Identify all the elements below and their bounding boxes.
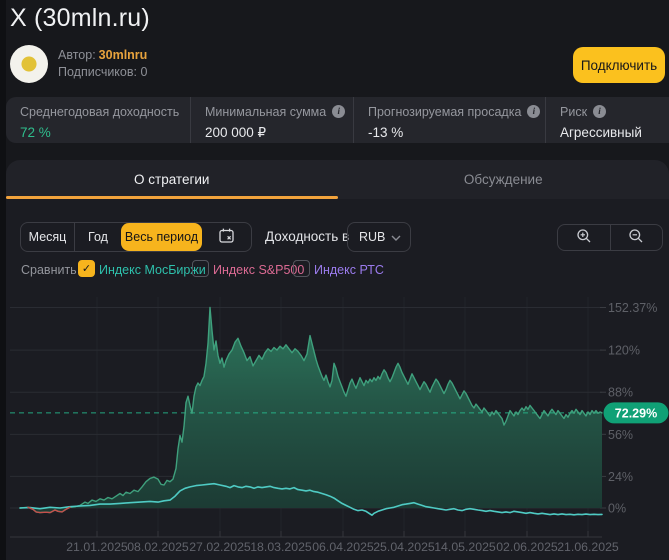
chart-zoom-controls <box>557 224 663 251</box>
label-index-moex[interactable]: Индекс МосБиржи <box>99 263 206 277</box>
zoom-out-button[interactable] <box>609 225 663 250</box>
period-all-button[interactable]: Весь период <box>121 223 202 251</box>
tab-about-strategy[interactable]: О стратегии <box>6 160 338 199</box>
y-axis-label: 120% <box>608 344 640 358</box>
compare-row: Сравнить с ✓ Индекс МосБиржи ✓ Индекс S&… <box>6 260 669 280</box>
y-axis-label: 56% <box>608 428 633 442</box>
strategy-content-panel: Месяц Год Весь период Доходность в RUB С… <box>6 199 669 560</box>
x-axis-label: 25.04.2025 <box>373 540 435 554</box>
chevron-down-icon <box>391 230 401 244</box>
zoom-in-button[interactable] <box>558 225 610 250</box>
stat-drawdown: Прогнозируемая просадка i -13 % <box>353 97 545 143</box>
x-axis-label: 21.06.2025 <box>557 540 619 554</box>
stat-risk: Риск i Агрессивный <box>545 97 669 143</box>
y-axis-label: 88% <box>608 386 633 400</box>
period-month-button[interactable]: Месяц <box>21 223 74 251</box>
info-icon[interactable]: i <box>593 105 607 119</box>
magnifier-minus-icon <box>628 228 644 247</box>
subscribers-count: 0 <box>140 65 148 79</box>
stat-value: 72 % <box>20 125 51 140</box>
stat-label: Прогнозируемая просадка <box>368 104 522 119</box>
author-label: Автор: <box>58 48 96 62</box>
x-axis-label: 14.05.2025 <box>434 540 496 554</box>
y-axis-label: 152.37% <box>608 301 657 315</box>
stat-value: -13 % <box>368 125 404 140</box>
x-axis-label: 21.01.2025 <box>66 540 128 554</box>
tab-discussion[interactable]: Обсуждение <box>338 160 669 199</box>
checkbox-index-sp500[interactable]: ✓ <box>192 260 209 277</box>
currency-select[interactable]: RUB <box>347 222 411 252</box>
x-axis-label: 06.04.2025 <box>312 540 374 554</box>
stat-value: Агрессивный <box>560 125 642 140</box>
stat-label: Среднегодовая доходность <box>20 104 180 119</box>
connect-button[interactable]: Подключить <box>573 47 665 83</box>
calendar-icon <box>218 227 235 247</box>
stat-value: 200 000 ₽ <box>205 125 267 140</box>
subscribers-label: Подписчиков: <box>58 65 137 79</box>
tabs-bar: О стратегии Обсуждение <box>6 160 669 199</box>
y-axis-label: 0% <box>608 502 626 516</box>
currency-label: Доходность в <box>265 229 350 244</box>
page-title: X (30mln.ru) <box>10 4 150 32</box>
x-axis-label: 27.02.2025 <box>189 540 251 554</box>
period-calendar-button[interactable] <box>202 223 251 251</box>
current-value-badge: 72.29% <box>603 402 669 424</box>
period-segmented-control: Месяц Год Весь период <box>20 222 252 252</box>
compare-label: Сравнить с <box>21 263 87 277</box>
performance-chart[interactable]: 152.37% 120% 88% 56% 24% 0% 21.01.2025 08.02.20… <box>6 285 669 560</box>
strategy-stats-card: Среднегодовая доходностьi 72 % Минимальн… <box>6 97 669 143</box>
author-block: Автор: 30mlnru Подписчиков: 0 <box>58 47 147 81</box>
info-icon[interactable]: i <box>332 105 346 119</box>
x-axis-label: 02.06.2025 <box>496 540 558 554</box>
currency-value: RUB <box>359 230 386 244</box>
y-axis-label: 24% <box>608 470 633 484</box>
author-avatar[interactable] <box>10 45 48 83</box>
author-name-link[interactable]: 30mlnru <box>99 48 148 62</box>
stat-annual-return: Среднегодовая доходностьi 72 % <box>6 97 190 143</box>
svg-text:72.29%: 72.29% <box>615 406 657 420</box>
x-axis-label: 18.03.2025 <box>250 540 312 554</box>
magnifier-plus-icon <box>576 228 592 247</box>
label-index-sp500[interactable]: Индекс S&P500 <box>213 263 304 277</box>
info-icon[interactable]: i <box>527 105 541 119</box>
stat-label: Риск <box>560 104 588 119</box>
label-index-rts[interactable]: Индекс РТС <box>314 263 384 277</box>
checkbox-index-rts[interactable]: ✓ <box>293 260 310 277</box>
stat-min-sum: Минимальная сумма i 200 000 ₽ <box>190 97 353 143</box>
period-year-button[interactable]: Год <box>74 223 121 251</box>
checkbox-index-moex[interactable]: ✓ <box>78 260 95 277</box>
stat-label: Минимальная сумма <box>205 104 327 119</box>
x-axis-label: 08.02.2025 <box>127 540 189 554</box>
